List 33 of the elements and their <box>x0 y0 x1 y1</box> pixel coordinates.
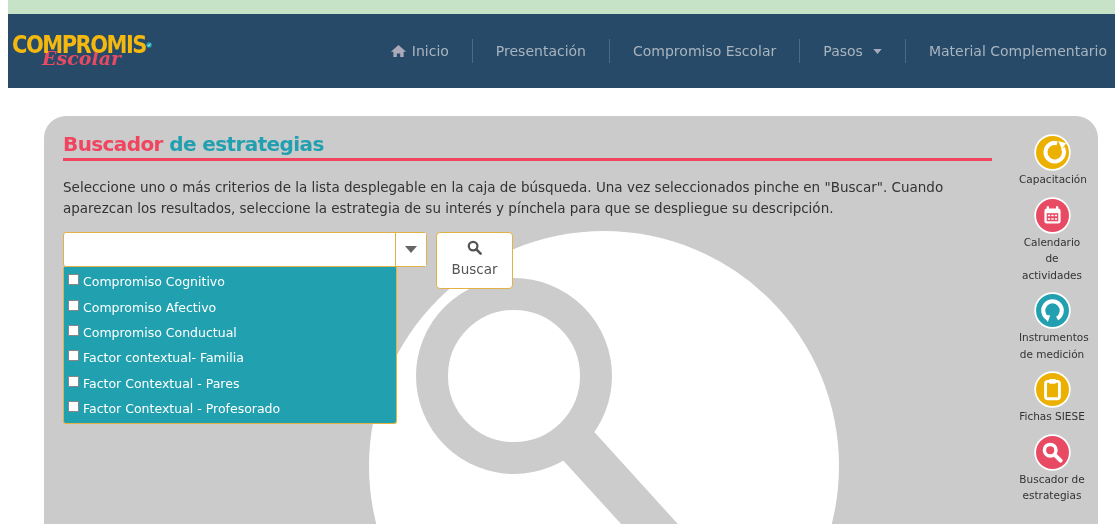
side-link[interactable]: Fichas SIESE <box>1019 408 1085 425</box>
instructions-text: Seleccione uno o más criterios de la lista desplegable en la caja de búsqueda. Una vez seleccionados pinche en "Buscar". Cuando aparezcan los resultados, seleccione la estrategia de su interés y pínchela para que se despliegue su descripción. <box>63 178 945 218</box>
home-icon <box>389 44 407 58</box>
dropdown-option[interactable]: Factor Contextual - Pares <box>64 370 396 396</box>
refresh-icon[interactable] <box>1033 134 1071 171</box>
dropdown-option[interactable]: Factor contextual- Familia <box>64 345 396 371</box>
checkbox[interactable] <box>68 375 79 387</box>
search-icon[interactable] <box>1033 433 1071 471</box>
cycle-icon[interactable] <box>1033 292 1071 329</box>
checkbox[interactable] <box>68 401 79 413</box>
clipboard-icon[interactable] <box>1033 371 1071 408</box>
nav-link[interactable]: Inicio <box>366 43 472 59</box>
nav-link[interactable]: Presentación <box>472 43 609 59</box>
search-button[interactable]: Buscar <box>436 232 513 289</box>
caret-icon <box>405 246 417 253</box>
checkbox[interactable] <box>68 299 79 311</box>
side-link[interactable]: Calendario de actividades <box>1019 233 1085 283</box>
criteria-select[interactable] <box>63 232 427 267</box>
dropdown-option[interactable]: Factor Contextual - Profesorado <box>64 395 396 422</box>
dropdown-option[interactable]: Compromiso Afectivo <box>64 294 396 320</box>
checkbox[interactable] <box>68 274 79 286</box>
checkbox[interactable] <box>68 324 79 336</box>
page-title: Buscador de estrategias <box>63 132 992 161</box>
search-icon <box>467 240 482 255</box>
dropdown-option[interactable]: Compromiso Cognitivo <box>64 269 396 295</box>
nav-link[interactable]: Compromiso Escolar <box>610 43 800 59</box>
side-link[interactable]: Capacitación <box>1019 171 1085 188</box>
side-link[interactable]: Buscador de estrategias <box>1019 470 1085 504</box>
checkbox[interactable] <box>68 350 79 362</box>
nav-link[interactable]: Pasos <box>800 43 905 59</box>
nav-link[interactable]: Material Complementario <box>905 43 1115 59</box>
dropdown-option[interactable]: Compromiso Conductual <box>64 319 396 346</box>
calendar-icon[interactable] <box>1033 196 1071 234</box>
